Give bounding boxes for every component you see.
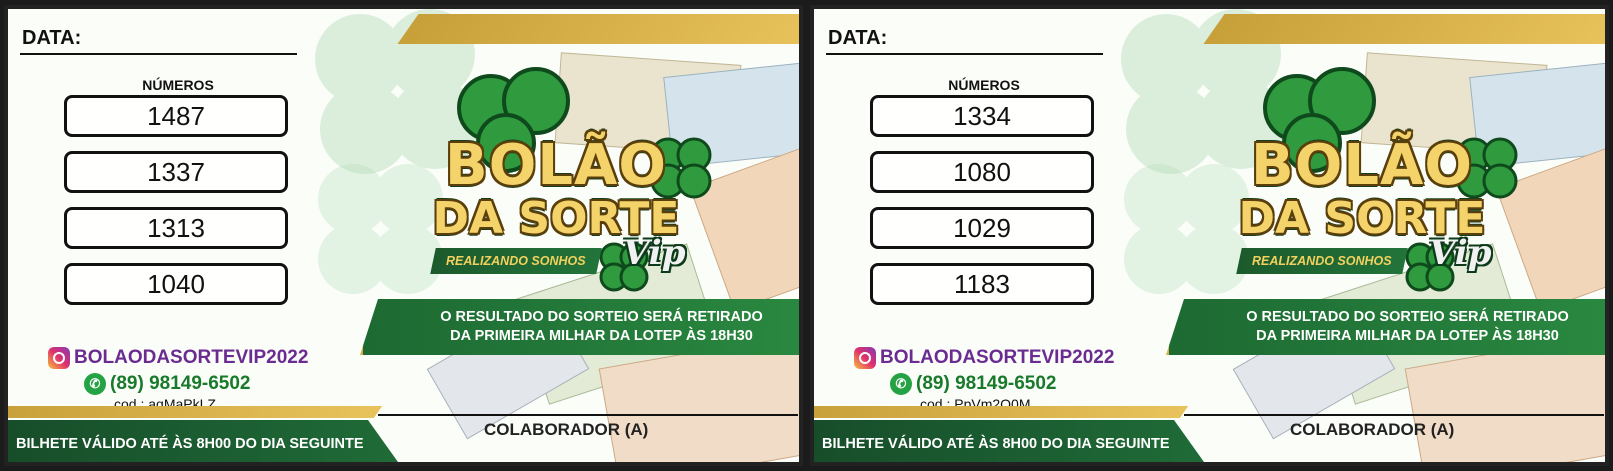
number-box: 1337 (64, 151, 288, 193)
collaborator-label: COLABORADOR (A) (484, 420, 649, 439)
ticket-right: DATA: NÚMEROS 1334 1080 1029 1183 BOLÃO … (810, 5, 1609, 466)
validity-text: BILHETE VÁLIDO ATÉ ÀS 8H00 DO DIA SEGUIN… (822, 436, 1170, 452)
logo-vip: Vip (1429, 233, 1492, 273)
validity-text: BILHETE VÁLIDO ATÉ ÀS 8H00 DO DIA SEGUIN… (16, 436, 364, 452)
result-line2: DA PRIMEIRA MILHAR DA LOTEP ÀS 18H30 (450, 328, 753, 344)
result-line1: O RESULTADO DO SORTEIO SERÁ RETIRADO (440, 309, 763, 325)
phone-text: (89) 98149-6502 (110, 373, 251, 394)
bottom-gold-stripe (814, 406, 1189, 418)
top-gold-stripe (397, 14, 799, 44)
logo-title-line1: BOLÃO (445, 133, 667, 198)
numbers-title: NÚMEROS (142, 77, 214, 93)
ticket-left: DATA: NÚMEROS 1487 1337 1313 1040 BOLÃO … (4, 5, 803, 466)
logo: BOLÃO DA SORTE REALIZANDO SONHOS Vip (1197, 63, 1527, 292)
slogan-bar: REALIZANDO SONHOS (1236, 248, 1408, 274)
result-banner: O RESULTADO DO SORTEIO SERÁ RETIRADO DA … (1166, 299, 1605, 355)
date-line[interactable] (826, 53, 1103, 55)
number-box: 1029 (870, 207, 1094, 249)
number-box: 1040 (64, 263, 288, 305)
result-line1: O RESULTADO DO SORTEIO SERÁ RETIRADO (1246, 309, 1569, 325)
number-box: 1334 (870, 95, 1094, 137)
result-banner: O RESULTADO DO SORTEIO SERÁ RETIRADO DA … (360, 299, 799, 355)
date-label: DATA: (22, 27, 82, 49)
slogan-bar: REALIZANDO SONHOS (430, 248, 602, 274)
slogan: REALIZANDO SONHOS (1252, 254, 1392, 268)
instagram-text: BOLAODASORTEVIP2022 (880, 347, 1115, 368)
phone-text: (89) 98149-6502 (916, 373, 1057, 394)
instagram-icon (48, 347, 70, 369)
instagram-handle[interactable]: BOLAODASORTEVIP2022 (48, 347, 308, 369)
collaborator-label: COLABORADOR (A) (1290, 420, 1455, 439)
whatsapp-phone[interactable]: ✆ (89) 98149-6502 (84, 373, 251, 395)
number-box: 1487 (64, 95, 288, 137)
date-label: DATA: (828, 27, 888, 49)
top-gold-stripe (1203, 14, 1605, 44)
number-box: 1080 (870, 151, 1094, 193)
number-box: 1313 (64, 207, 288, 249)
instagram-icon (854, 347, 876, 369)
collaborator-line[interactable] (1184, 414, 1604, 416)
date-line[interactable] (20, 53, 297, 55)
logo: BOLÃO DA SORTE REALIZANDO SONHOS Vip (391, 63, 721, 292)
logo-vip: Vip (623, 233, 686, 273)
instagram-handle[interactable]: BOLAODASORTEVIP2022 (854, 347, 1114, 369)
result-line2: DA PRIMEIRA MILHAR DA LOTEP ÀS 18H30 (1256, 328, 1559, 344)
whatsapp-phone[interactable]: ✆ (89) 98149-6502 (890, 373, 1057, 395)
number-box: 1183 (870, 263, 1094, 305)
instagram-text: BOLAODASORTEVIP2022 (74, 347, 309, 368)
logo-title-line1: BOLÃO (1251, 133, 1473, 198)
whatsapp-icon: ✆ (890, 373, 912, 395)
whatsapp-icon: ✆ (84, 373, 106, 395)
numbers-title: NÚMEROS (948, 77, 1020, 93)
slogan: REALIZANDO SONHOS (446, 254, 586, 268)
bottom-gold-stripe (8, 406, 383, 418)
collaborator-line[interactable] (378, 414, 798, 416)
